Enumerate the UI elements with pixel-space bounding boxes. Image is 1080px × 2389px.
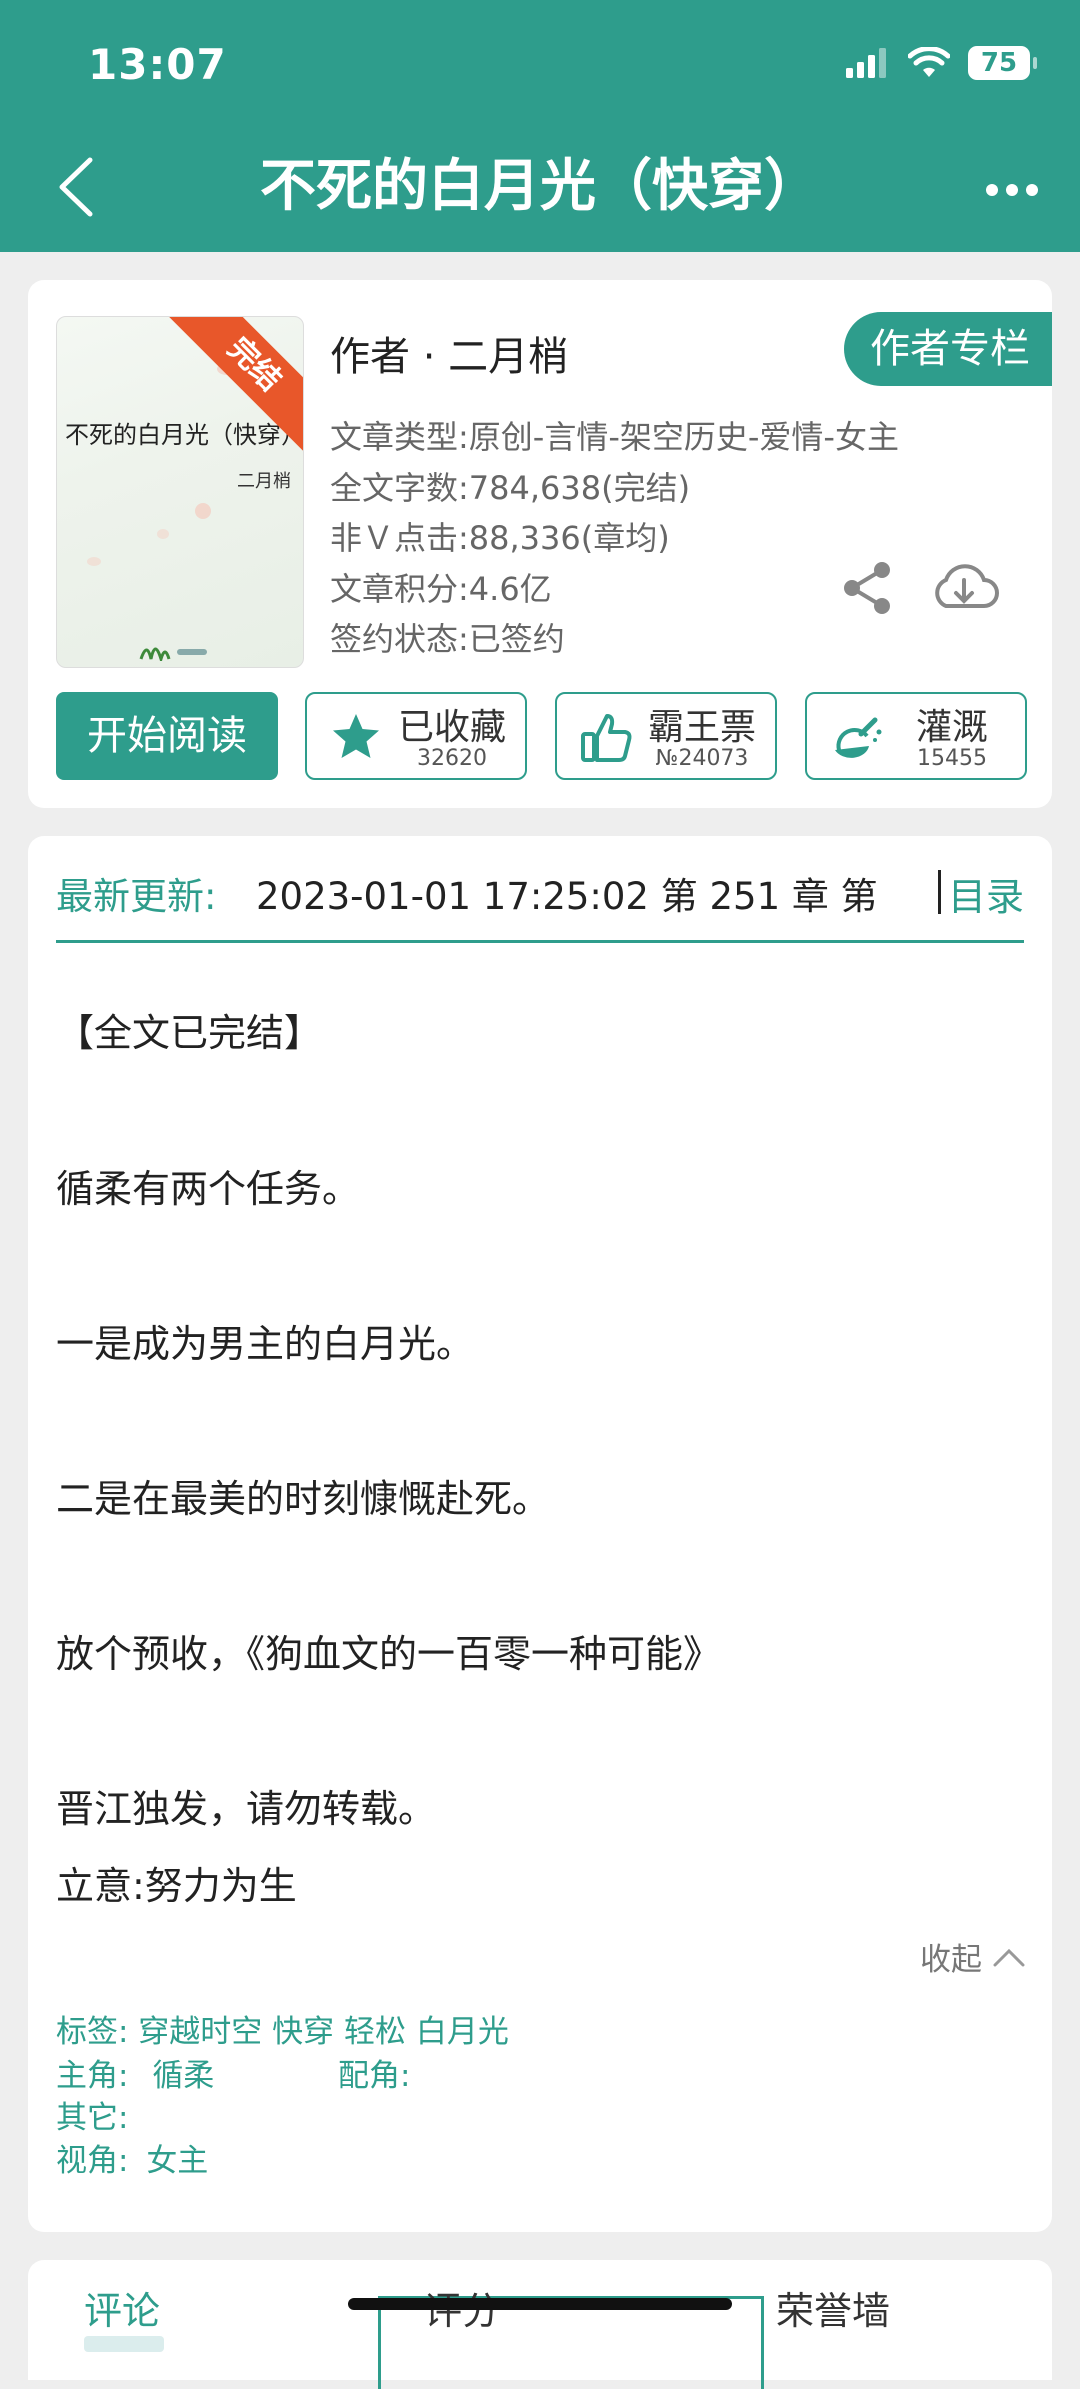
favorite-button[interactable]: 已收藏 32620 — [305, 692, 527, 780]
more-menu-icon[interactable] — [982, 170, 1042, 210]
tags-line[interactable]: 标签: 穿越时空 快穿 轻松 白月光 — [56, 2006, 509, 2051]
home-indicator — [348, 2298, 732, 2310]
meta-score: 文章积分:4.6亿 — [330, 569, 552, 608]
latest-update-row[interactable]: 最新更新: 2023-01-01 17:25:02 第 251 章 第 目录 — [56, 854, 1024, 926]
author-column-button[interactable]: 作者专栏 — [844, 312, 1052, 386]
description-line: 立意:努力为生 — [56, 1864, 297, 1908]
petal-decoration — [195, 503, 211, 519]
collapse-label: 收起 — [920, 1942, 982, 1978]
meta-sign-status: 签约状态:已签约 — [330, 620, 565, 658]
latest-update-label: 最新更新: — [56, 875, 217, 918]
latest-update-text[interactable]: 2023-01-01 17:25:02 第 251 章 第 — [256, 866, 921, 920]
tab-comments-sub — [84, 2336, 164, 2352]
chevron-up-icon — [993, 1948, 1025, 1966]
perspective-label: 视角: — [56, 2143, 129, 2179]
star-icon — [333, 714, 379, 758]
status-icons: 75 — [846, 46, 1037, 80]
wifi-icon — [908, 47, 950, 77]
page-title: 不死的白月光（快穿） — [260, 154, 820, 219]
irrigate-count: 15455 — [917, 746, 987, 771]
petal-decoration — [157, 529, 169, 539]
status-time: 13:07 — [88, 40, 227, 89]
author-name[interactable]: 作者 · 二月梢 — [330, 324, 568, 382]
bottom-tabs-card: 评论 评分 荣誉墙 — [28, 2260, 1052, 2389]
cellular-signal-icon — [846, 48, 886, 78]
protagonist-row: 主角: 循柔 — [56, 2050, 214, 2095]
book-cover[interactable]: 不死的白月光（快穿） 二月梢 完结 — [56, 316, 304, 668]
description-line: 晋江独发，请勿转载。 — [56, 1787, 437, 1831]
description-card: 最新更新: 2023-01-01 17:25:02 第 251 章 第 目录 【… — [28, 836, 1052, 2232]
petal-decoration — [87, 557, 101, 566]
divider — [56, 940, 1024, 943]
description-line: 【全文已完结】 — [56, 1011, 323, 1055]
book-info-card: 不死的白月光（快穿） 二月梢 完结 作者 · 二月梢 作者专栏 文章类型:原创-… — [28, 280, 1052, 808]
irrigate-label: 灌溉 — [915, 707, 988, 748]
bawang-label: 霸王票 — [647, 707, 756, 748]
description-line: 一是成为男主的白月光。 — [56, 1322, 475, 1366]
cover-title: 不死的白月光（快穿） — [65, 421, 304, 449]
cover-author: 二月梢 — [237, 471, 291, 492]
meta-genre: 文章类型:原创-言情-架空历史-爱情-女主 — [330, 418, 899, 456]
tab-comments[interactable]: 评论 — [84, 2280, 160, 2335]
irrigate-button[interactable]: 灌溉 15455 — [805, 692, 1027, 780]
description-line: 二是在最美的时刻慷慨赴死。 — [56, 1477, 551, 1521]
tab-honor-wall[interactable]: 荣誉墙 — [776, 2280, 890, 2335]
bawang-count: №24073 — [655, 746, 749, 771]
start-reading-button[interactable]: 开始阅读 — [56, 692, 278, 780]
other-label: 其它: — [56, 2100, 129, 2136]
action-buttons: 开始阅读 已收藏 32620 霸王票 №24073 灌溉 15455 — [56, 692, 1027, 780]
thumbs-up-icon — [581, 714, 632, 762]
app-header: 13:07 75 不死的白月光（快穿） — [0, 0, 1080, 252]
grass-decoration-icon — [139, 647, 207, 661]
collapse-button[interactable]: 收起 — [920, 1934, 1026, 1979]
share-icon[interactable] — [840, 560, 896, 616]
perspective-row: 视角: 女主 — [56, 2135, 208, 2180]
download-cloud-icon[interactable] — [928, 558, 1000, 618]
meta-word-count: 全文字数:784,638(完结) — [330, 468, 691, 507]
divider — [938, 870, 941, 914]
battery-icon: 75 — [968, 46, 1037, 80]
watering-flask-icon — [835, 717, 882, 758]
book-meta: 文章类型:原创-言情-架空历史-爱情-女主 全文字数:784,638(完结) 非… — [330, 412, 899, 665]
perspective-value: 女主 — [146, 2143, 209, 2179]
table-of-contents-link[interactable]: 目录 — [948, 866, 1024, 921]
supporting-label: 配角: — [338, 2058, 411, 2094]
protagonist-value: 循柔 — [152, 2058, 215, 2094]
favorite-label: 已收藏 — [397, 707, 506, 748]
description-line: 循柔有两个任务。 — [56, 1167, 361, 1211]
favorite-count: 32620 — [417, 746, 487, 771]
protagonist-label: 主角: — [56, 2058, 129, 2094]
meta-clicks: 非Ｖ点击:88,336(章均) — [330, 519, 670, 557]
description-line: 放个预收，《狗血文的一百零一种可能》 — [56, 1632, 722, 1676]
bawang-ticket-button[interactable]: 霸王票 №24073 — [555, 692, 777, 780]
